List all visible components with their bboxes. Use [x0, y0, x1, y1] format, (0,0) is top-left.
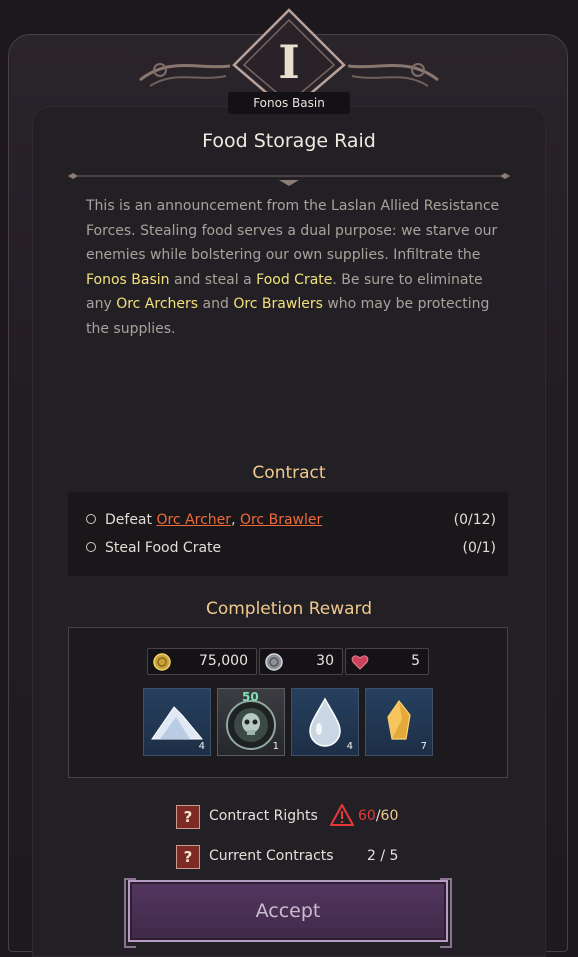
gold-reward[interactable]: 75,000: [147, 648, 257, 675]
objective-row: Steal Food Crate (0/1): [86, 537, 496, 559]
reward-item-slot[interactable]: 4: [143, 688, 211, 756]
objective-status-icon: [86, 542, 96, 552]
reward-item-slot[interactable]: 7: [365, 688, 433, 756]
objective-text: Defeat Orc Archer, Orc Brawler: [105, 509, 322, 531]
item-quantity: 4: [346, 741, 353, 752]
gold-amount: 75,000: [199, 653, 248, 669]
region-label: Fonos Basin: [228, 92, 350, 114]
objective-separator: ,: [231, 512, 240, 528]
highlight-location: Fonos Basin: [86, 271, 170, 288]
contract-objectives: Defeat Orc Archer, Orc Brawler (0/12) St…: [68, 492, 508, 576]
item-quantity: 7: [420, 741, 427, 752]
item-level: 50: [242, 690, 259, 704]
objective-verb: Defeat: [105, 512, 157, 528]
highlight-enemy: Orc Brawlers: [233, 296, 323, 312]
objective-progress: (0/1): [462, 540, 496, 556]
warning-icon: [330, 804, 354, 826]
current-contracts-help-icon[interactable]: ?: [176, 845, 200, 869]
silver-reward[interactable]: 30: [259, 648, 343, 675]
current-contracts-label: Current Contracts: [209, 848, 334, 864]
description-text: and: [198, 296, 234, 312]
objective-progress: (0/12): [453, 512, 496, 528]
contract-rights-current: 60: [358, 808, 376, 824]
quest-description: This is an announcement from the Laslan …: [86, 194, 506, 341]
enemy-link-orc-archer[interactable]: Orc Archer: [156, 512, 231, 528]
contract-title: Contract: [252, 463, 326, 483]
enemy-link-orc-brawler[interactable]: Orc Brawler: [240, 512, 322, 528]
chapter-numeral: I: [278, 35, 300, 89]
title-divider: [68, 173, 510, 186]
objective-status-icon: [86, 514, 96, 524]
heart-reward[interactable]: 5: [345, 648, 429, 675]
contract-rights-label: Contract Rights: [209, 808, 318, 824]
current-contracts-value: 2 / 5: [367, 848, 399, 864]
description-text: and steal a: [169, 271, 257, 288]
objective-row: Defeat Orc Archer, Orc Brawler (0/12): [86, 509, 496, 531]
contract-rights-value: 60/60: [358, 808, 398, 824]
reward-title: Completion Reward: [205, 599, 373, 619]
heart-icon: [351, 655, 369, 670]
highlight-enemy: Orc Archers: [116, 296, 199, 312]
description-text: This is an announcement from the Laslan …: [86, 198, 500, 263]
heart-amount: 5: [411, 653, 420, 669]
gold-coin-icon: [153, 653, 171, 671]
highlight-item: Food Crate: [256, 271, 333, 288]
contract-rights-help-icon[interactable]: ?: [176, 805, 200, 829]
quest-title: Food Storage Raid: [202, 130, 376, 152]
item-quantity: 1: [272, 741, 279, 752]
reward-item-slot[interactable]: 4: [291, 688, 359, 756]
item-quantity: 4: [198, 741, 205, 752]
reward-item-slot[interactable]: 50 1: [217, 688, 285, 756]
silver-coin-icon: [265, 653, 283, 671]
accept-button[interactable]: Accept: [124, 878, 452, 948]
silver-amount: 30: [316, 653, 334, 669]
contract-rights-max: 60: [380, 808, 399, 824]
objective-text: Steal Food Crate: [105, 540, 222, 556]
